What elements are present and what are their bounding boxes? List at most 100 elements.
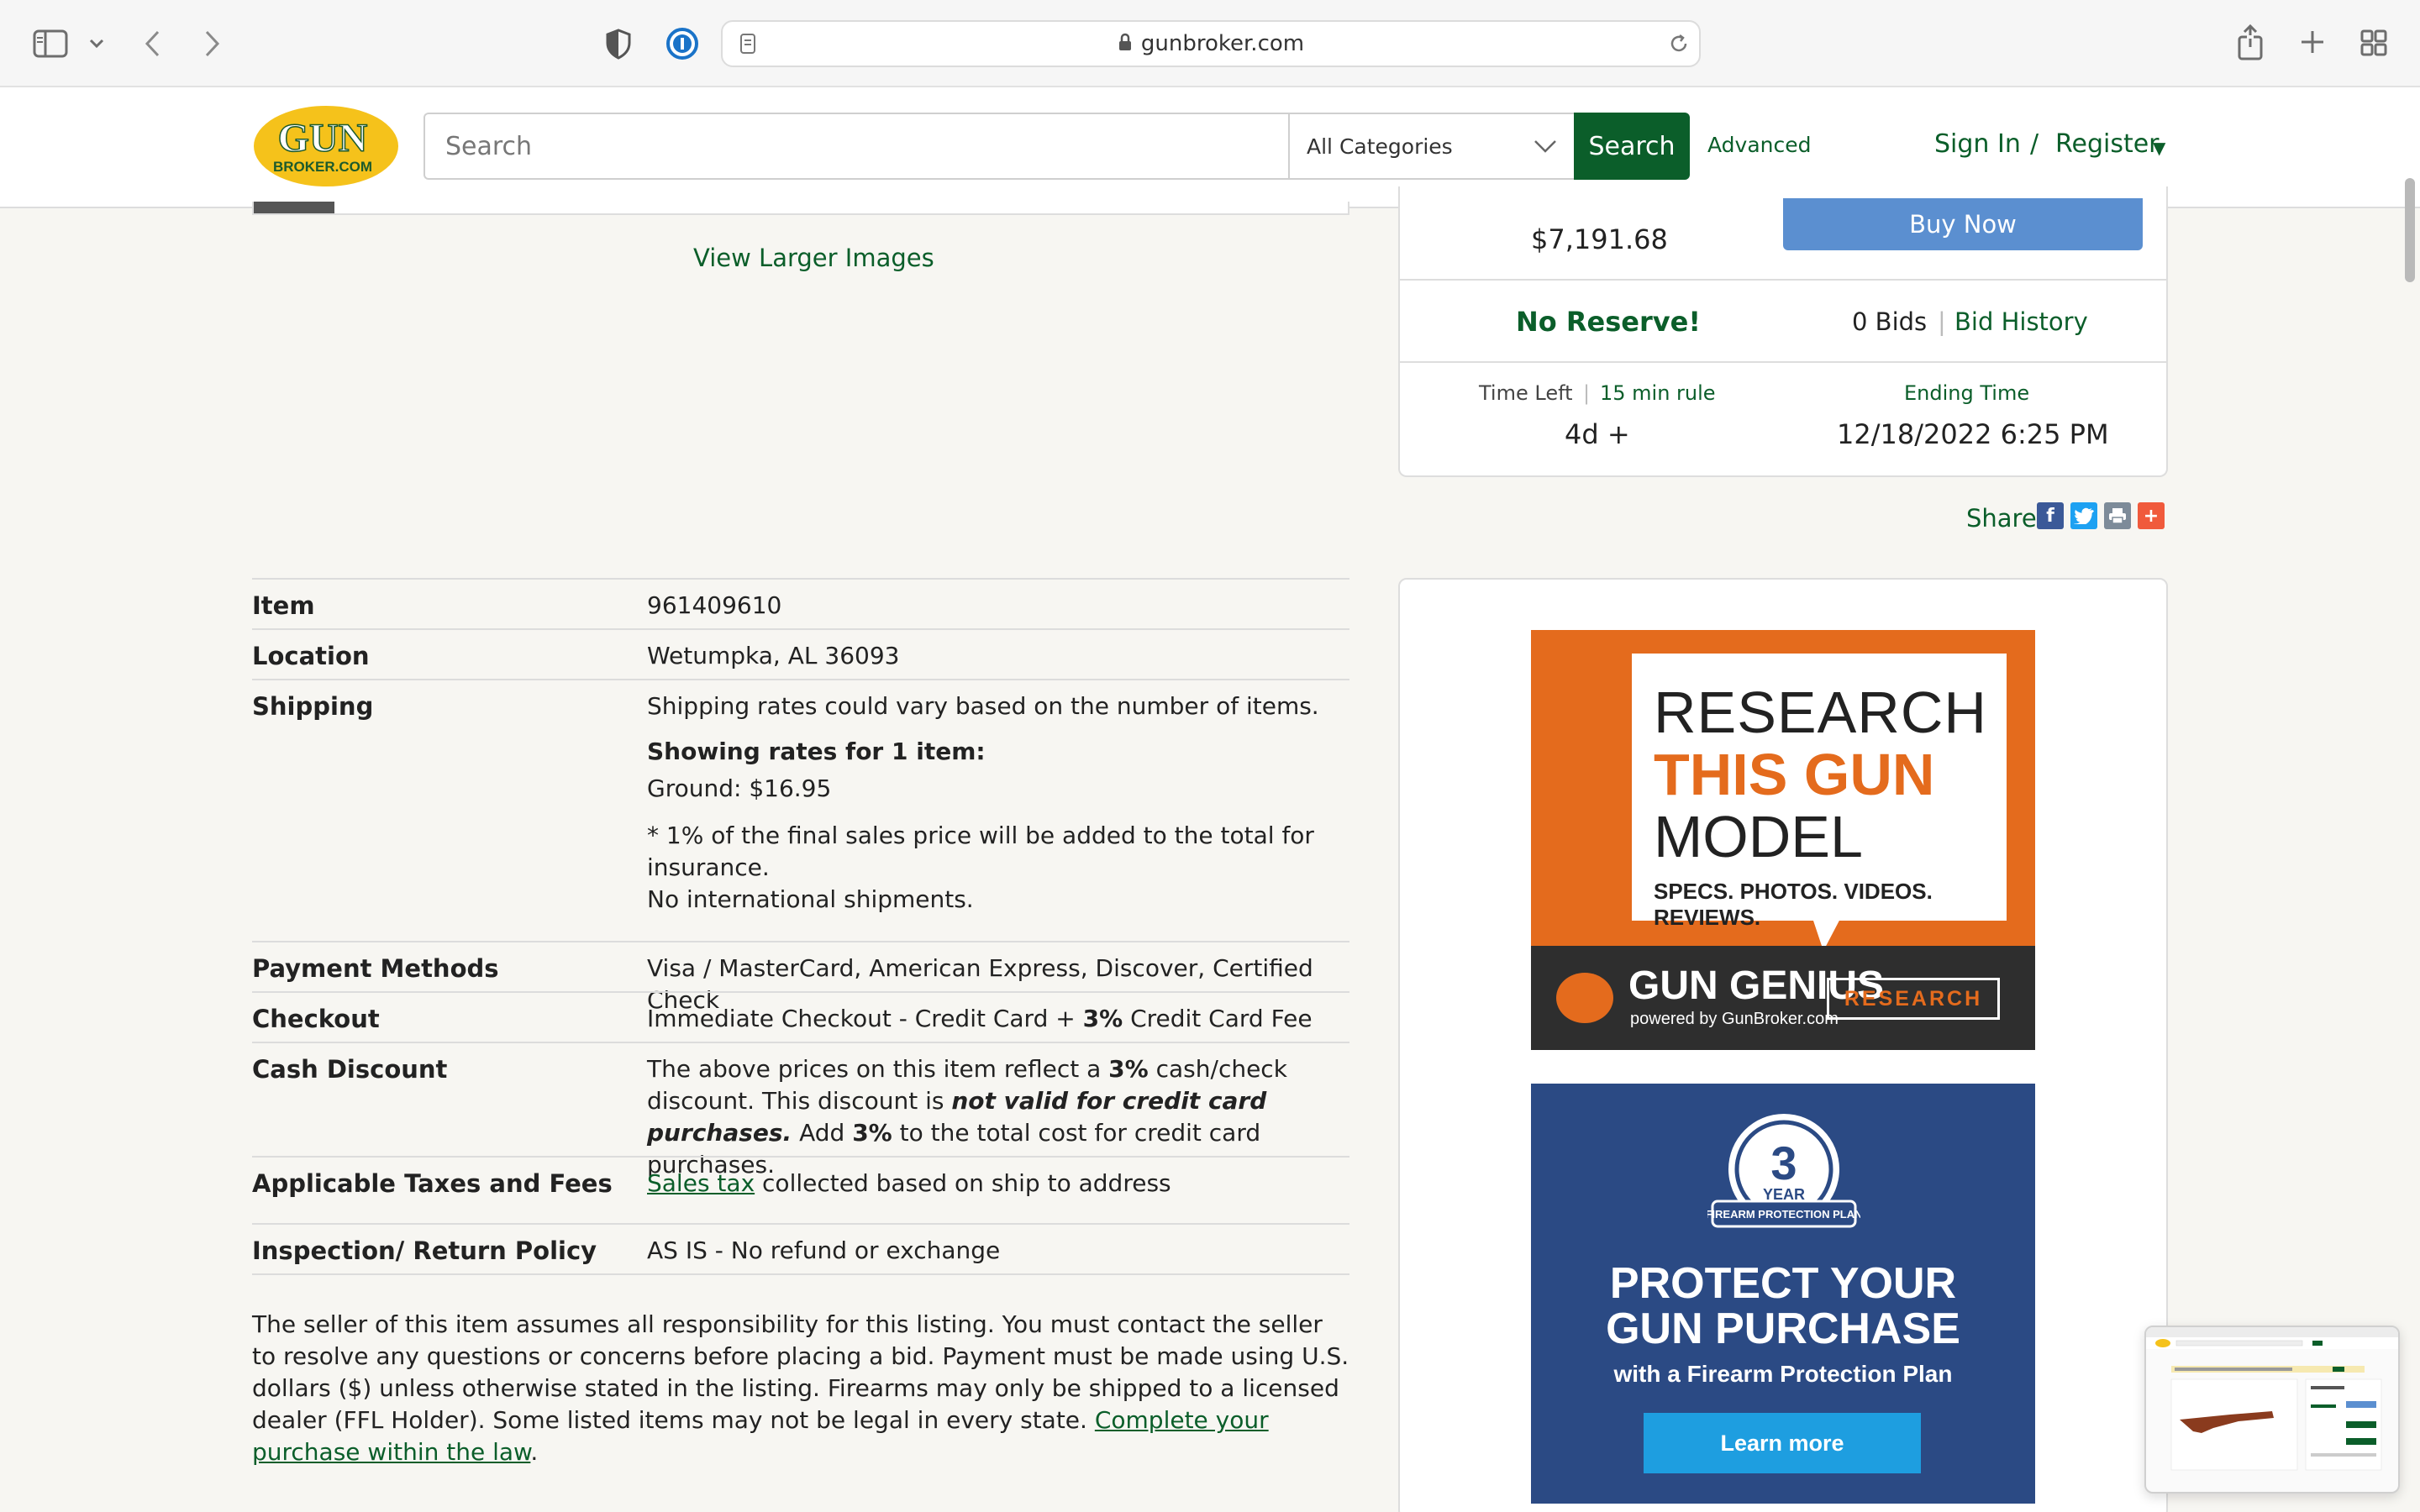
ending-time-value: 12/18/2022 6:25 PM [1837, 418, 2109, 450]
ad-headline: RESEARCH [1654, 680, 1987, 745]
page-scrollbar[interactable] [2405, 178, 2415, 282]
back-icon[interactable] [139, 25, 165, 62]
checkout-value: Immediate Checkout - Credit Card + 3% Cr… [647, 1003, 1353, 1035]
table-row: Item 961409610 [252, 578, 1349, 628]
seller-disclaimer: The seller of this item assumes all resp… [252, 1309, 1353, 1468]
shield-icon[interactable] [603, 25, 634, 62]
reload-icon[interactable] [1667, 32, 1691, 55]
divider [1400, 279, 2166, 281]
gun-genius-logo-icon [1556, 973, 1613, 1023]
print-icon[interactable] [2104, 502, 2131, 529]
checkout-text: Credit Card Fee [1123, 1005, 1313, 1032]
advanced-search-link[interactable]: Advanced [1707, 133, 1812, 157]
logo-gun-text: GUN [278, 116, 368, 160]
forward-icon[interactable] [200, 25, 225, 62]
share-icon[interactable] [2235, 22, 2265, 62]
shipping-label: Shipping [252, 692, 374, 721]
buy-now-button[interactable]: Buy Now [1783, 198, 2143, 250]
chevron-down-icon [1532, 131, 1559, 165]
checkout-fee-percent: 3% [1082, 1005, 1123, 1032]
category-select-value: All Categories [1307, 134, 1453, 159]
password-manager-icon[interactable] [664, 25, 701, 62]
tab-overview-icon[interactable] [2358, 27, 2390, 59]
category-select[interactable]: All Categories [1288, 113, 1576, 180]
cash-discount-label: Cash Discount [252, 1055, 448, 1084]
checkout-label: Checkout [252, 1005, 380, 1033]
location-value: Wetumpka, AL 36093 [647, 642, 900, 669]
cash-percent: 3% [852, 1119, 892, 1147]
shipping-international-note: No international shipments. [647, 885, 974, 913]
shipping-line: Shipping rates could vary based on the n… [647, 692, 1319, 720]
ad-headline: MODEL [1654, 804, 1863, 869]
twitter-icon[interactable] [2070, 502, 2097, 529]
cash-percent: 3% [1108, 1055, 1149, 1083]
time-left-label: Time Left [1479, 381, 1573, 405]
time-separator: | [1583, 381, 1591, 405]
badge-label: FIREARM PROTECTION PLAN [1707, 1208, 1860, 1221]
ad-headline: THIS GUN [1654, 742, 1935, 807]
window-thumbnail[interactable] [2144, 1326, 2400, 1494]
time-left-value: 4d + [1565, 418, 1630, 450]
view-larger-images-link[interactable]: View Larger Images [693, 244, 934, 272]
search-input[interactable] [424, 113, 1289, 180]
ad-headline: PROTECT YOUR [1609, 1259, 1957, 1308]
sidebar-toggle-icon[interactable] [32, 27, 69, 60]
gun-genius-ad[interactable]: RESEARCH THIS GUN MODEL SPECS. PHOTOS. V… [1531, 630, 2035, 1050]
browser-toolbar: gunbroker.com [0, 0, 2420, 87]
add-share-icon[interactable]: + [2138, 502, 2165, 529]
protection-plan-badge-icon: 3 YEAR FIREARM PROTECTION PLAN [1707, 1114, 1860, 1228]
fifteen-min-rule-link[interactable]: 15 min rule [1600, 381, 1716, 405]
active-thumbnail-indicator[interactable] [254, 202, 334, 213]
inspection-value: AS IS - No refund or exchange [647, 1236, 1001, 1264]
gunbroker-logo[interactable]: GUN BROKER.COM [252, 104, 400, 188]
logo-broker-text: BROKER.COM [273, 159, 372, 175]
sign-in-link[interactable]: Sign In [1934, 129, 2021, 159]
lock-icon [1118, 33, 1133, 55]
table-row: Shipping Shipping rates could vary based… [252, 679, 1349, 941]
learn-more-button[interactable]: Learn more [1644, 1413, 1921, 1473]
taxes-text: collected based on ship to address [755, 1169, 1171, 1197]
cash-text: Add [792, 1119, 853, 1147]
taxes-value: Sales tax collected based on ship to add… [647, 1168, 1353, 1200]
share-label: Share [1966, 504, 2037, 533]
bid-separator: | [1938, 307, 1946, 336]
divider [1400, 361, 2166, 363]
caret-down-icon[interactable]: ▼ [2153, 138, 2165, 158]
protection-plan-ad[interactable]: 3 YEAR FIREARM PROTECTION PLAN PROTECT Y… [1531, 1084, 2035, 1504]
item-value: 961409610 [647, 591, 782, 619]
window-thumbnail-preview [2146, 1327, 2398, 1471]
table-row: Applicable Taxes and Fees Sales tax coll… [252, 1156, 1349, 1223]
shipping-insurance-note: * 1% of the final sales price will be ad… [647, 822, 1314, 881]
location-label: Location [252, 642, 370, 670]
auth-separator: / [2030, 129, 2039, 159]
item-details-table: Item 961409610 Location Wetumpka, AL 360… [252, 578, 1349, 1275]
ad-tagline: SPECS. PHOTOS. VIDEOS. REVIEWS. [1654, 879, 1933, 930]
ad-headline: GUN PURCHASE [1606, 1305, 1960, 1353]
bid-count: 0 Bids [1852, 307, 1928, 336]
cash-text: The above prices on this item reflect a [647, 1055, 1109, 1083]
sales-tax-link[interactable]: Sales tax [647, 1169, 755, 1197]
research-button[interactable]: RESEARCH [1827, 978, 2000, 1020]
table-row: Cash Discount The above prices on this i… [252, 1042, 1349, 1179]
new-tab-icon[interactable] [2297, 25, 2328, 59]
facebook-icon[interactable]: f [2037, 502, 2064, 529]
inspection-label: Inspection/ Return Policy [252, 1236, 597, 1265]
disclaimer-end: . [530, 1438, 539, 1466]
item-label: Item [252, 591, 315, 620]
bid-history-link[interactable]: Bid History [1954, 307, 2088, 336]
table-row: Location Wetumpka, AL 36093 [252, 628, 1349, 679]
register-link[interactable]: Register [2055, 129, 2160, 159]
search-button[interactable]: Search [1574, 113, 1690, 180]
url-text: gunbroker.com [1140, 31, 1305, 56]
shipping-value: Shipping rates could vary based on the n… [647, 690, 1353, 916]
table-row: Inspection/ Return Policy AS IS - No ref… [252, 1223, 1349, 1275]
buy-now-price: $7,191.68 [1531, 223, 1668, 255]
badge-number: 3 [1770, 1137, 1797, 1189]
table-row: Checkout Immediate Checkout - Credit Car… [252, 991, 1349, 1042]
shipping-ground-rate: Ground: $16.95 [647, 774, 832, 802]
shipping-rates-heading: Showing rates for 1 item: [647, 738, 986, 765]
table-row: Payment Methods Visa / MasterCard, Ameri… [252, 941, 1349, 1014]
image-thumbnail-strip [252, 202, 1349, 215]
chevron-down-icon[interactable] [86, 32, 108, 55]
address-bar[interactable]: gunbroker.com [721, 20, 1701, 67]
